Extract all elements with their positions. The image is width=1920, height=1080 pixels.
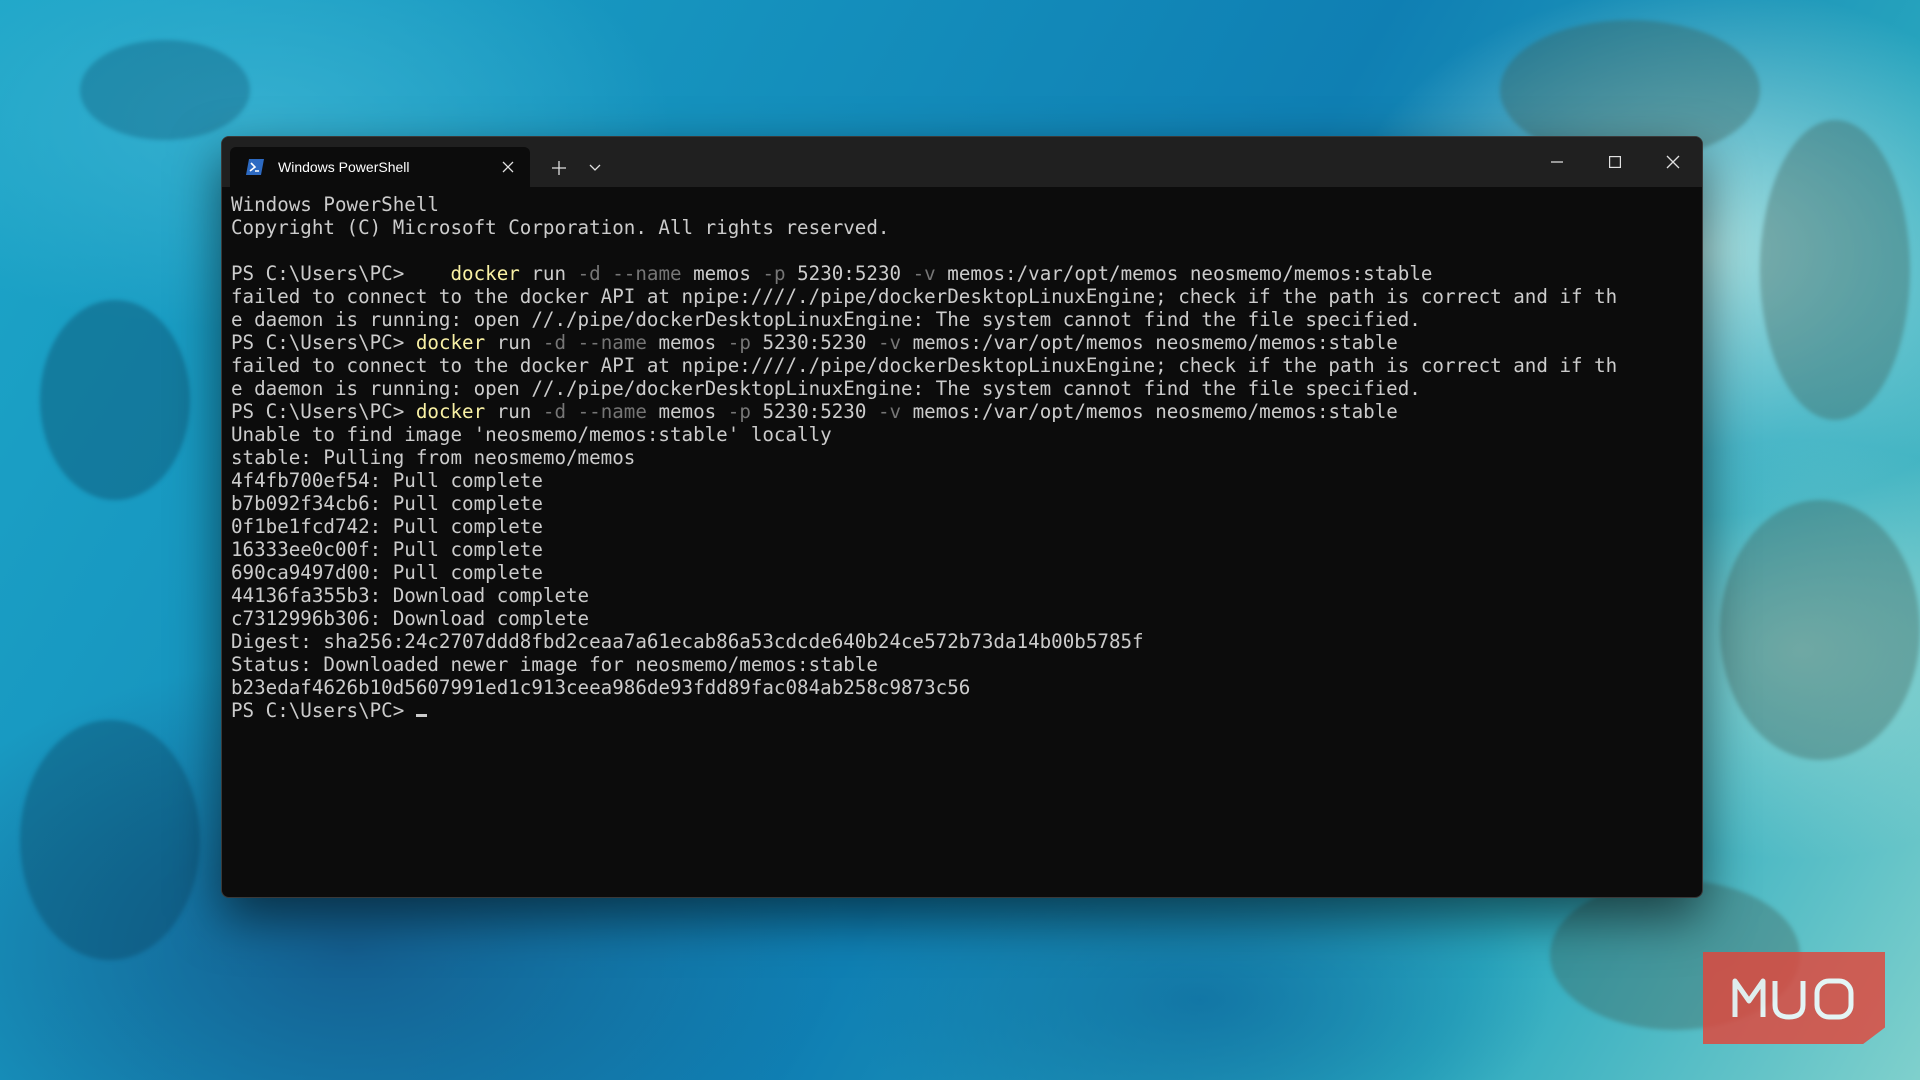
output-text: e daemon is running: open //./pipe/docke… — [231, 377, 1421, 400]
parameter-token: -d — [542, 331, 567, 354]
console-line: e daemon is running: open //./pipe/docke… — [231, 308, 1690, 331]
output-text: run — [485, 400, 543, 423]
console-output[interactable]: Windows PowerShell Copyright (C) Microsof… — [231, 193, 1690, 887]
output-text: PS C:\Users\PC> — [231, 331, 416, 354]
output-text: 5230:5230 — [750, 400, 878, 423]
parameter-token: --name — [577, 331, 647, 354]
console-line: Copyright (C) Microsoft Corporation. All… — [231, 216, 1690, 239]
output-text: PS C:\Users\PC> — [231, 262, 451, 285]
title-bar[interactable]: Windows PowerShell — [222, 137, 1702, 187]
output-text: Copyright (C) Microsoft Corporation. All… — [231, 216, 890, 239]
output-text: 5230:5230 — [750, 331, 878, 354]
command-token: docker — [450, 262, 520, 285]
console-line: b7b092f34cb6: Pull complete — [231, 492, 1690, 515]
parameter-token: -p — [762, 262, 786, 285]
parameter-token: -d — [542, 400, 567, 423]
output-text: failed to connect to the docker API at n… — [231, 285, 1618, 308]
powershell-icon — [244, 156, 266, 178]
output-text: Windows PowerShell — [231, 193, 439, 216]
parameter-token: -v — [877, 400, 902, 423]
console-line: failed to connect to the docker API at n… — [231, 354, 1690, 377]
text-cursor — [415, 714, 427, 717]
console-line: PS C:\Users\PC> docker run -d --name mem… — [231, 262, 1690, 285]
minimize-icon[interactable] — [1528, 137, 1586, 187]
output-text: stable: Pulling from neosmemo/memos — [231, 446, 636, 469]
tab-title: Windows PowerShell — [278, 159, 410, 175]
muo-logo-mark — [1732, 978, 1854, 1020]
output-text: memos:/var/opt/memos neosmemo/memos:stab… — [901, 400, 1398, 423]
output-text: memos — [646, 400, 728, 423]
console-line: 690ca9497d00: Pull complete — [231, 561, 1690, 584]
output-text: failed to connect to the docker API at n… — [231, 354, 1618, 377]
close-icon[interactable] — [494, 153, 522, 181]
tab-windows-powershell[interactable]: Windows PowerShell — [230, 147, 530, 187]
parameter-token: --name — [612, 262, 682, 285]
command-token: docker — [415, 331, 486, 354]
output-text: run — [485, 331, 543, 354]
output-text: memos:/var/opt/memos neosmemo/memos:stab… — [901, 331, 1398, 354]
output-text: 0f1be1fcd742: Pull complete — [231, 515, 543, 538]
console-line: PS C:\Users\PC> docker run -d --name mem… — [231, 400, 1690, 423]
output-text: memos:/var/opt/memos neosmemo/memos:stab… — [935, 262, 1433, 285]
parameter-token: -p — [727, 400, 751, 423]
console-line: 44136fa355b3: Download complete — [231, 584, 1690, 607]
output-text: b23edaf4626b10d5607991ed1c913ceea986de93… — [231, 676, 971, 699]
console-line: failed to connect to the docker API at n… — [231, 285, 1690, 308]
console-line: 16333ee0c00f: Pull complete — [231, 538, 1690, 561]
console-line: stable: Pulling from neosmemo/memos — [231, 446, 1690, 469]
output-text: PS C:\Users\PC> — [231, 400, 416, 423]
output-text: 5230:5230 — [785, 262, 913, 285]
console-line: c7312996b306: Download complete — [231, 607, 1690, 630]
output-text: run — [519, 262, 578, 285]
parameter-token: -v — [877, 331, 902, 354]
output-text: memos — [646, 331, 728, 354]
output-text: e daemon is running: open //./pipe/docke… — [231, 308, 1421, 331]
output-text: 16333ee0c00f: Pull complete — [231, 538, 543, 561]
output-text: 690ca9497d00: Pull complete — [231, 561, 543, 584]
maximize-icon[interactable] — [1586, 137, 1644, 187]
output-text: Status: Downloaded newer image for neosm… — [231, 653, 878, 676]
output-text: Digest: sha256:24c2707ddd8fbd2ceaa7a61ec… — [231, 630, 1144, 653]
output-text: b7b092f34cb6: Pull complete — [231, 492, 543, 515]
console-line: Unable to find image 'neosmemo/memos:sta… — [231, 423, 1690, 446]
close-icon[interactable] — [1644, 137, 1702, 187]
output-text: Unable to find image 'neosmemo/memos:sta… — [231, 423, 832, 446]
output-text: memos — [681, 262, 763, 285]
console-line: PS C:\Users\PC> docker run -d --name mem… — [231, 331, 1690, 354]
output-text: PS C:\Users\PC> — [231, 699, 416, 722]
parameter-token: --name — [577, 400, 647, 423]
parameter-token: -p — [727, 331, 751, 354]
console-line: Status: Downloaded newer image for neosm… — [231, 653, 1690, 676]
console-line: Windows PowerShell — [231, 193, 1690, 216]
parameter-token: -d — [577, 262, 601, 285]
parameter-token: -v — [912, 262, 936, 285]
output-text: 44136fa355b3: Download complete — [231, 584, 590, 607]
chevron-down-icon[interactable] — [580, 153, 610, 183]
console-line: 4f4fb700ef54: Pull complete — [231, 469, 1690, 492]
console-line: e daemon is running: open //./pipe/docke… — [231, 377, 1690, 400]
output-text: 4f4fb700ef54: Pull complete — [231, 469, 543, 492]
muo-logo — [1703, 952, 1885, 1044]
console-line: 0f1be1fcd742: Pull complete — [231, 515, 1690, 538]
output-text: c7312996b306: Download complete — [231, 607, 590, 630]
plus-icon[interactable] — [544, 153, 574, 183]
terminal-window: Windows PowerShell Windows PowerShell Cop… — [221, 136, 1703, 898]
console-line: b23edaf4626b10d5607991ed1c913ceea986de93… — [231, 676, 1690, 699]
console-line: PS C:\Users\PC> — [231, 699, 1690, 722]
command-token: docker — [415, 400, 486, 423]
console-line: Digest: sha256:24c2707ddd8fbd2ceaa7a61ec… — [231, 630, 1690, 653]
